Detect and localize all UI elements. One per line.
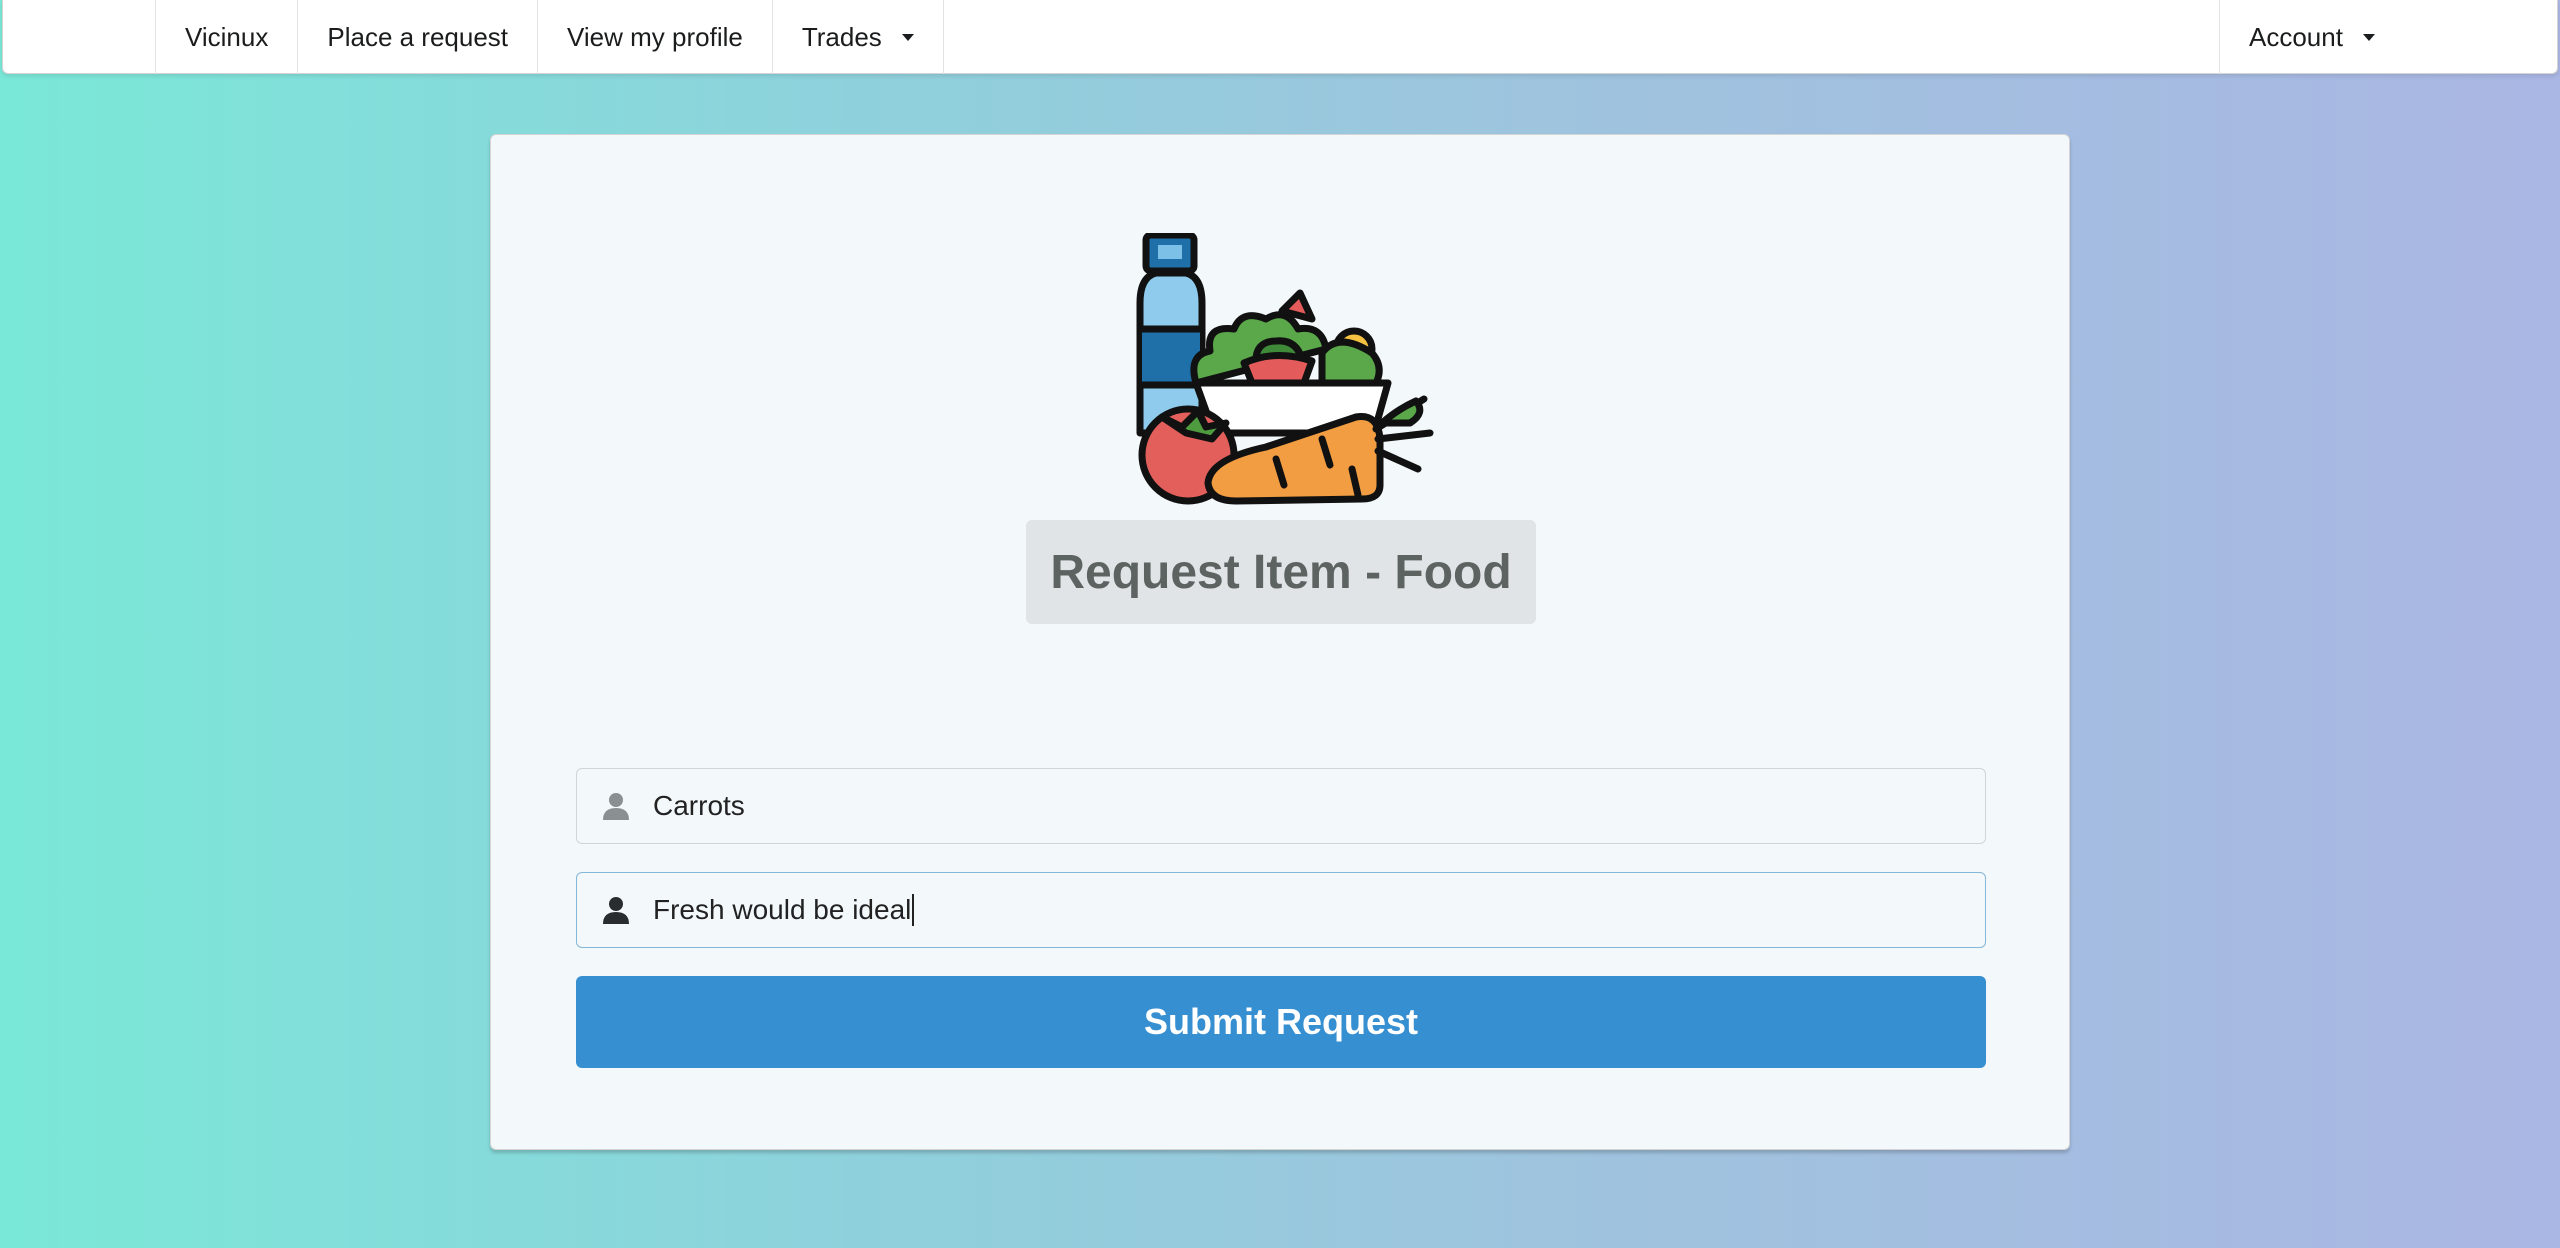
item-details-value: Fresh would be ideal <box>653 894 912 925</box>
nav-place-request[interactable]: Place a request <box>297 0 537 74</box>
nav-brand-vicinux[interactable]: Vicinux <box>155 0 297 74</box>
caret-down-icon <box>2362 33 2375 41</box>
title-box: Request Item - Food <box>1026 520 1536 624</box>
nav-right-menu: Account <box>2219 0 2535 74</box>
submit-request-button[interactable]: Submit Request <box>576 976 1986 1068</box>
nav-place-request-label: Place a request <box>327 21 509 52</box>
item-details-field[interactable]: Fresh would be ideal <box>576 872 1986 948</box>
item-name-value: Carrots <box>653 790 745 821</box>
request-card: Request Item - Food Carrots Fresh would … <box>490 134 2070 1150</box>
item-name-field[interactable]: Carrots <box>576 768 1986 844</box>
user-icon <box>603 897 629 924</box>
nav-account-dropdown[interactable]: Account <box>2219 0 2535 74</box>
nav-view-profile-label: View my profile <box>567 21 743 52</box>
text-cursor <box>912 894 915 926</box>
page-title: Request Item - Food <box>1050 545 1512 599</box>
top-navbar: Vicinux Place a request View my profile … <box>2 0 2558 74</box>
nav-view-profile[interactable]: View my profile <box>537 0 772 74</box>
food-groceries-illustration <box>1136 233 1434 505</box>
nav-trades-label: Trades <box>801 21 882 52</box>
caret-down-icon <box>901 33 914 41</box>
nav-left-menu: Vicinux Place a request View my profile … <box>155 0 944 74</box>
user-icon <box>603 793 629 820</box>
submit-request-label: Submit Request <box>1143 1001 1419 1042</box>
nav-brand-label: Vicinux <box>185 21 269 52</box>
nav-trades-dropdown[interactable]: Trades <box>771 0 944 74</box>
nav-account-label: Account <box>2249 21 2343 52</box>
